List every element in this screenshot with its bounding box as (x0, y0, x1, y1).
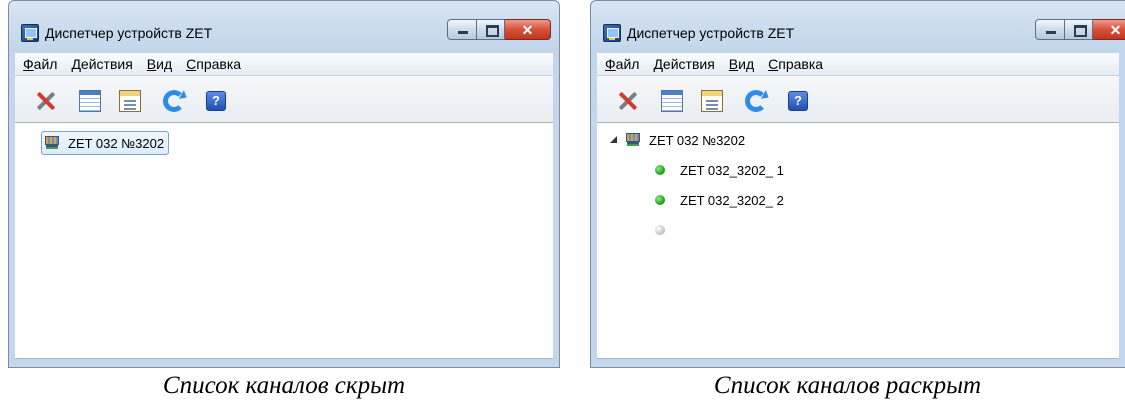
tree-node-device[interactable]: ZET 032 №3202 (25, 131, 170, 155)
channel-status-active-icon (655, 195, 665, 205)
properties-icon[interactable] (701, 90, 723, 112)
maximize-icon (1074, 25, 1087, 37)
minimize-button[interactable] (1035, 19, 1065, 40)
tree-node-device[interactable]: ZET 032 №3202 (609, 128, 745, 152)
tree-node-channel[interactable] (655, 218, 680, 242)
menu-actions[interactable]: Действия (653, 56, 714, 72)
device-tree[interactable]: ZET 032 №3202 ZET 032_3202_ 1 ZET 032_32… (597, 123, 1119, 359)
menu-bar: Файл Действия Вид Справка (597, 53, 1119, 76)
app-icon (603, 24, 621, 42)
menu-view[interactable]: Вид (147, 56, 172, 72)
menu-help[interactable]: Справка (768, 56, 823, 72)
device-manager-window: Диспетчер устройств ZET ✕ Файл Действия … (8, 0, 560, 368)
close-button[interactable]: ✕ (505, 19, 551, 40)
channel-table-icon[interactable] (79, 90, 101, 112)
selected-device[interactable]: ZET 032 №3202 (41, 131, 170, 155)
maximize-button[interactable] (1065, 19, 1093, 40)
toolbar: ? (597, 76, 1119, 123)
minimize-icon (458, 31, 468, 34)
refresh-icon[interactable] (163, 90, 185, 112)
caption-collapsed: Список каналов скрыт (162, 372, 406, 399)
device-icon (44, 135, 60, 151)
close-icon: ✕ (521, 22, 534, 38)
device-label: ZET 032 №3202 (68, 135, 165, 151)
menu-actions[interactable]: Действия (71, 56, 132, 72)
tools-icon[interactable] (35, 90, 57, 112)
app-icon (21, 24, 39, 42)
channel-label: ZET 032_3202_ 1 (680, 162, 784, 178)
maximize-button[interactable] (477, 19, 505, 40)
menu-help[interactable]: Справка (186, 56, 241, 72)
help-icon[interactable]: ? (788, 91, 808, 111)
panel-expanded: Диспетчер устройств ZET ✕ Файл Действия … (590, 0, 1125, 399)
channel-label: ZET 032_3202_ 2 (680, 192, 784, 208)
properties-icon[interactable] (119, 90, 141, 112)
menu-file[interactable]: Файл (605, 56, 639, 72)
close-icon: ✕ (1109, 22, 1122, 38)
panel-collapsed: Диспетчер устройств ZET ✕ Файл Действия … (8, 0, 560, 399)
window-title: Диспетчер устройств ZET (45, 25, 213, 41)
toolbar: ? (15, 76, 553, 123)
expand-arrow-icon[interactable] (25, 138, 35, 148)
title-bar[interactable]: Диспетчер устройств ZET ✕ (591, 1, 1125, 53)
device-manager-window: Диспетчер устройств ZET ✕ Файл Действия … (590, 0, 1125, 368)
help-icon[interactable]: ? (206, 91, 226, 111)
channel-status-active-icon (655, 165, 665, 175)
channel-table-icon[interactable] (661, 90, 683, 112)
close-button[interactable]: ✕ (1093, 19, 1125, 40)
caption-expanded: Список каналов раскрыт (713, 372, 982, 399)
collapse-arrow-icon[interactable] (609, 135, 619, 145)
refresh-icon[interactable] (745, 90, 767, 112)
device-icon (625, 132, 641, 148)
tree-node-channel[interactable]: ZET 032_3202_ 1 (655, 158, 784, 182)
maximize-icon (486, 25, 499, 37)
window-title: Диспетчер устройств ZET (627, 25, 795, 41)
tools-icon[interactable] (617, 90, 639, 112)
menu-file[interactable]: Файл (23, 56, 57, 72)
minimize-button[interactable] (447, 19, 477, 40)
tree-node-channel[interactable]: ZET 032_3202_ 2 (655, 188, 784, 212)
menu-bar: Файл Действия Вид Справка (15, 53, 553, 76)
title-bar[interactable]: Диспетчер устройств ZET ✕ (9, 1, 559, 53)
minimize-icon (1046, 31, 1056, 34)
channel-status-inactive-icon (655, 225, 665, 235)
device-tree[interactable]: ZET 032 №3202 (15, 123, 553, 359)
device-label: ZET 032 №3202 (649, 132, 746, 148)
menu-view[interactable]: Вид (729, 56, 754, 72)
